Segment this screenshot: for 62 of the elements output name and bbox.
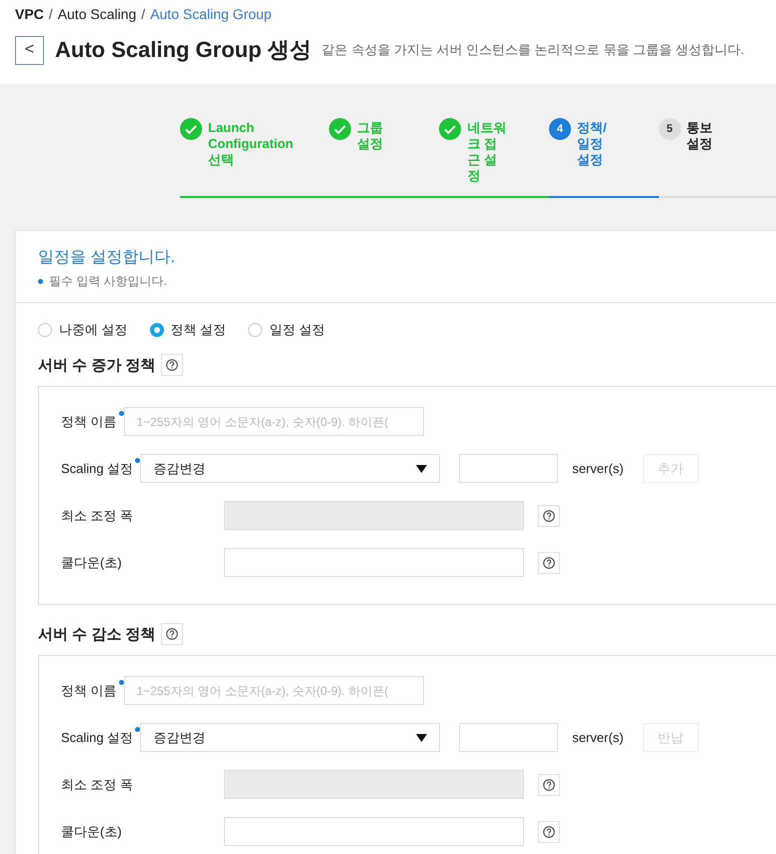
breadcrumb-separator: / <box>141 6 146 22</box>
help-icon <box>543 510 555 522</box>
section-title: 서버 수 감소 정책 <box>38 624 156 644</box>
section-title: 서버 수 증가 정책 <box>38 356 156 374</box>
breadcrumb-link[interactable]: Auto Scaling Group <box>150 6 272 22</box>
help-icon <box>543 556 555 568</box>
cooldown-field[interactable] <box>224 548 524 577</box>
caret-icon <box>416 734 428 742</box>
field-label: 정책 이름 <box>61 412 117 430</box>
step-label: 네트워크 접근 설정 <box>467 120 508 184</box>
radio-option[interactable]: 나중에 설정 <box>38 321 128 339</box>
help-icon <box>543 826 555 838</box>
radio-option[interactable]: 정책 설정 <box>150 321 226 339</box>
step-label: 정책/일정 설정 <box>576 120 608 168</box>
help-button[interactable] <box>538 504 560 526</box>
check-icon <box>180 118 202 140</box>
check-icon <box>328 118 351 140</box>
required-dot <box>38 279 43 284</box>
breadcrumb-link[interactable]: Auto Scaling <box>58 6 136 22</box>
step-number: 4 <box>548 118 571 140</box>
help-button[interactable] <box>160 354 183 376</box>
caret-icon <box>416 464 428 472</box>
page-subtitle: 같은 속성을 가지는 서버 인스턴스를 논리적으로 묶을 그룹을 생성합니다. <box>322 41 744 59</box>
check-icon <box>439 118 462 140</box>
breadcrumb-link[interactable]: VPC <box>15 6 44 22</box>
page-title: Auto Scaling Group 생성 <box>55 36 312 64</box>
unit-label: server(s) <box>572 461 624 476</box>
radio-option[interactable]: 일정 설정 <box>248 321 325 339</box>
field-label: 정책 이름 <box>61 682 117 700</box>
required-dot <box>135 727 140 732</box>
server-count-field[interactable] <box>459 454 558 483</box>
scaling-dropdown[interactable]: 증감변경 <box>140 723 440 752</box>
field-label: 최소 조정 폭 <box>61 506 134 524</box>
field-label: Scaling 설정 <box>61 728 134 746</box>
required-dot <box>118 411 124 416</box>
field-label: 쿨다운(초) <box>61 554 123 572</box>
cooldown-field[interactable] <box>224 817 524 846</box>
required-note: 필수 입력 사항입니다. <box>49 273 168 290</box>
help-icon <box>543 778 555 790</box>
step-label: 통보 설정 <box>686 120 714 152</box>
breadcrumb-separator: / <box>48 6 53 22</box>
help-button[interactable] <box>538 774 560 796</box>
unit-label: server(s) <box>572 730 624 745</box>
help-button[interactable] <box>160 623 183 645</box>
field-label: 쿨다운(초) <box>61 822 123 840</box>
scaling-dropdown[interactable]: 증감변경 <box>140 454 440 483</box>
step-number: 5 <box>658 118 681 140</box>
field-label: Scaling 설정 <box>61 460 134 478</box>
help-button[interactable] <box>538 552 560 574</box>
help-icon <box>166 628 178 640</box>
step-label: Launch Configuration 선택 <box>208 120 294 168</box>
server-count-field[interactable] <box>459 723 558 752</box>
help-icon <box>166 359 178 371</box>
field-label: 최소 조정 폭 <box>61 776 134 794</box>
step-label: 그룹 설정 <box>356 120 384 152</box>
help-button[interactable] <box>538 820 560 842</box>
back-button[interactable]: < <box>15 36 44 64</box>
required-dot <box>118 680 124 685</box>
required-dot <box>135 458 140 463</box>
policy-name-field[interactable]: 1~255자의 영어 소문자(a-z), 숫자(0-9). 하이픈( <box>124 676 424 705</box>
card-title: 일정을 설정합니다. <box>38 248 176 268</box>
policy-name-field[interactable]: 1~255자의 영어 소문자(a-z), 숫자(0-9). 하이픈( <box>124 407 424 436</box>
